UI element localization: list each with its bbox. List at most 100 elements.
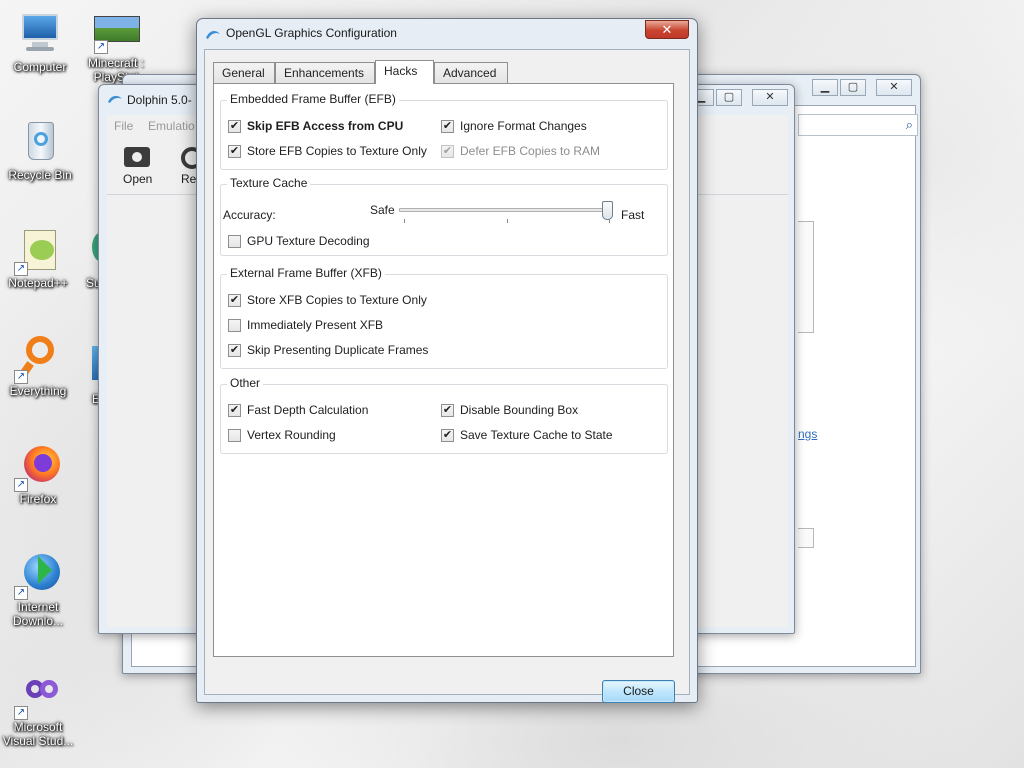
checkbox-label: GPU Texture Decoding xyxy=(247,234,370,248)
dolphin-logo-icon xyxy=(107,93,123,105)
checkbox-check-icon xyxy=(228,235,241,248)
internet-download-manager-icon: ↗ xyxy=(14,550,62,600)
desktop-icon-internet-download-manager[interactable]: ↗ Internet Downlo... xyxy=(0,550,76,628)
checkbox-label: Save Texture Cache to State xyxy=(460,428,613,442)
checkbox-label: Fast Depth Calculation xyxy=(247,403,369,417)
dialog-titlebar[interactable]: OpenGL Graphics Configuration ✕ xyxy=(197,19,697,49)
shortcut-arrow-icon: ↗ xyxy=(94,40,108,54)
dolphin-window-title: Dolphin 5.0- xyxy=(127,93,192,107)
checkbox-check-icon: ✔ xyxy=(228,145,241,158)
checkbox-label: Defer EFB Copies to RAM xyxy=(460,144,601,158)
slider-tick xyxy=(404,219,405,223)
desktop-icon-label: Notepad++ xyxy=(8,276,68,290)
checkbox-check-icon: ✔ xyxy=(441,120,454,133)
close-icon[interactable]: ✕ xyxy=(752,89,788,106)
checkbox-label: Vertex Rounding xyxy=(247,428,336,442)
desktop-icon-label: Internet Downlo... xyxy=(12,600,64,628)
computer-icon xyxy=(16,10,64,58)
checkbox-label: Immediately Present XFB xyxy=(247,318,384,332)
tab-advanced[interactable]: Advanced xyxy=(434,62,508,83)
checkbox-label: Disable Bounding Box xyxy=(460,403,579,417)
xfb-group-title: External Frame Buffer (XFB) xyxy=(227,266,385,280)
checkbox-check-icon: ✔ xyxy=(228,294,241,307)
slider-tick xyxy=(507,219,508,223)
open-button[interactable]: Open xyxy=(115,143,159,191)
desktop-icon-firefox[interactable]: ↗ Firefox xyxy=(0,442,76,506)
shortcut-arrow-icon: ↗ xyxy=(14,586,28,600)
accuracy-label: Accuracy: xyxy=(223,208,276,222)
close-icon[interactable]: ✕ xyxy=(645,20,689,39)
shortcut-arrow-icon: ↗ xyxy=(14,706,28,720)
desktop-icon-label: Microsoft Visual Stud... xyxy=(2,720,74,748)
maximize-icon[interactable]: ▢ xyxy=(840,79,866,96)
recycle-bin-icon xyxy=(16,118,64,166)
desktop-icon-label: Su xyxy=(86,276,100,290)
hacks-panel: Embedded Frame Buffer (EFB) ✔ Skip EFB A… xyxy=(213,83,674,657)
checkbox-check-icon xyxy=(228,319,241,332)
tab-enhancements[interactable]: Enhancements xyxy=(275,62,375,83)
menu-emulation[interactable]: Emulatio xyxy=(148,119,195,133)
other-group-title: Other xyxy=(227,376,264,390)
search-icon: ⌕ xyxy=(905,117,913,132)
desktop-icon-recycle-bin[interactable]: Recycle Bin xyxy=(2,118,78,182)
maximize-icon[interactable]: ▢ xyxy=(716,89,742,106)
open-button-label: Open xyxy=(123,172,153,186)
desktop-icon-label: Firefox xyxy=(19,492,57,506)
efb-group: Embedded Frame Buffer (EFB) ✔ Skip EFB A… xyxy=(220,92,668,170)
close-icon[interactable]: ✕ xyxy=(876,79,912,96)
checkbox-label: Skip Presenting Duplicate Frames xyxy=(247,343,429,357)
tab-hacks[interactable]: Hacks xyxy=(375,60,434,84)
open-disc-icon xyxy=(124,147,150,167)
shortcut-arrow-icon: ↗ xyxy=(14,262,28,276)
desktop-icon-notepad-plus-plus[interactable]: ↗ Notepad++ xyxy=(0,226,76,290)
safe-label: Safe xyxy=(370,203,395,217)
checkbox-label: Skip EFB Access from CPU xyxy=(247,119,404,133)
slider-track xyxy=(399,208,613,212)
opengl-config-dialog[interactable]: OpenGL Graphics Configuration ✕ General … xyxy=(196,18,698,703)
slider-thumb[interactable] xyxy=(602,201,613,220)
dialog-title: OpenGL Graphics Configuration xyxy=(226,26,397,40)
checkbox-check-icon: ✔ xyxy=(441,404,454,417)
close-button[interactable]: Close xyxy=(602,680,675,703)
settings-link[interactable]: ngs xyxy=(798,427,817,441)
shortcut-arrow-icon: ↗ xyxy=(14,370,28,384)
background-panel xyxy=(798,221,814,333)
other-group: Other ✔ Fast Depth Calculation ✔ Disable… xyxy=(220,376,668,454)
checkbox-label: Ignore Format Changes xyxy=(460,119,587,133)
xfb-group: External Frame Buffer (XFB) ✔ Store XFB … xyxy=(220,266,668,369)
desktop-icon-partial[interactable]: Su xyxy=(80,226,100,290)
visual-studio-icon: ↗ xyxy=(14,670,62,720)
checkbox-check-icon: ✔ xyxy=(228,344,241,357)
checkbox-check-icon: ✔ xyxy=(441,145,454,158)
checkbox-check-icon: ✔ xyxy=(228,120,241,133)
menu-file[interactable]: File xyxy=(114,119,133,133)
everything-icon: ↗ xyxy=(14,334,62,384)
shortcut-arrow-icon: ↗ xyxy=(14,478,28,492)
checkbox-label: Store XFB Copies to Texture Only xyxy=(247,293,427,307)
desktop-icon-computer[interactable]: Computer xyxy=(2,10,78,74)
search-box[interactable]: ⌕ xyxy=(798,114,918,136)
minecraft-icon: ↗ xyxy=(92,14,140,62)
desktop-icon-label: Computer xyxy=(13,60,67,74)
checkbox-check-icon xyxy=(228,429,241,442)
minimize-icon[interactable]: ▁ xyxy=(812,79,838,96)
fast-label: Fast xyxy=(621,208,645,222)
texture-cache-group: Texture Cache Accuracy: Safe Fast GPU Te… xyxy=(220,176,668,256)
desktop-icon-label: Everything xyxy=(9,384,67,398)
checkbox-check-icon: ✔ xyxy=(228,404,241,417)
desktop-icon-everything[interactable]: ↗ Everything xyxy=(0,334,76,398)
tab-general[interactable]: General xyxy=(213,62,275,83)
background-button[interactable] xyxy=(798,528,814,548)
firefox-icon: ↗ xyxy=(14,442,62,492)
checkbox-check-icon: ✔ xyxy=(441,429,454,442)
dialog-client-area: General Enhancements Hacks Advanced Embe… xyxy=(204,49,690,703)
notepad-plus-plus-icon: ↗ xyxy=(14,226,62,276)
efb-group-title: Embedded Frame Buffer (EFB) xyxy=(227,92,399,106)
checkbox-label: Store EFB Copies to Texture Only xyxy=(247,144,427,158)
app-icon xyxy=(80,226,100,274)
texture-cache-group-title: Texture Cache xyxy=(227,176,311,190)
desktop-icon-label: Recycle Bin xyxy=(8,168,72,182)
dolphin-logo-icon xyxy=(205,27,221,41)
desktop-icon-visual-studio[interactable]: ↗ Microsoft Visual Stud... xyxy=(0,670,76,748)
accuracy-slider[interactable] xyxy=(399,201,613,227)
